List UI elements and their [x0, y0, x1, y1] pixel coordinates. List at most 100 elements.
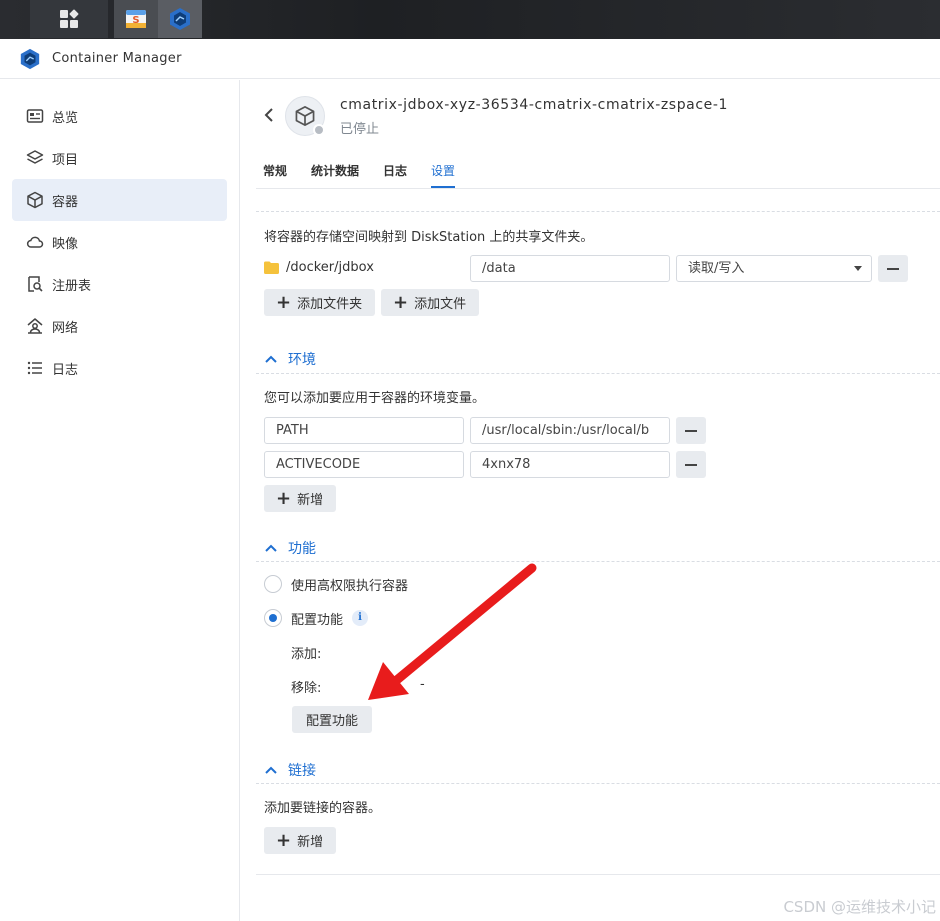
capabilities-remove-label: 移除:	[291, 681, 322, 696]
tab-general[interactable]: 常规	[263, 162, 287, 188]
capabilities-section-header[interactable]: 功能	[264, 538, 316, 558]
registry-search-icon	[25, 274, 45, 294]
main-menu-button[interactable]	[30, 0, 108, 38]
volume-mount-path-input[interactable]: /data	[470, 255, 670, 282]
section-divider	[256, 211, 940, 212]
sidebar-item-logs[interactable]: 日志	[12, 347, 227, 389]
sidebar-item-registry[interactable]: 注册表	[12, 263, 227, 305]
sidebar-item-images[interactable]: 映像	[12, 221, 227, 263]
info-icon[interactable]: i	[352, 610, 368, 626]
env-name-input[interactable]: ACTIVECODE	[264, 451, 464, 478]
remove-env-button[interactable]	[676, 417, 706, 444]
sidebar-item-label: 项目	[52, 152, 79, 168]
add-folder-button[interactable]: + 添加文件夹	[264, 289, 375, 316]
remove-volume-button[interactable]	[878, 255, 908, 282]
environment-section-header[interactable]: 环境	[264, 349, 316, 369]
add-env-label: 新增	[297, 493, 324, 508]
section-divider	[256, 783, 940, 784]
environment-description: 您可以添加要应用于容器的环境变量。	[264, 391, 486, 406]
capabilities-add-label: 添加:	[291, 647, 322, 662]
list-icon	[25, 358, 45, 378]
sidebar-item-overview[interactable]: 总览	[12, 95, 227, 137]
env-name-input[interactable]: PATH	[264, 417, 464, 444]
stopped-status-dot	[313, 124, 325, 136]
cloud-icon	[25, 232, 45, 252]
volume-mode-value: 读取/写入	[688, 261, 745, 276]
tab-divider	[256, 188, 940, 189]
links-section-header[interactable]: 链接	[264, 760, 316, 780]
network-icon	[25, 316, 45, 336]
sidebar-item-label: 网络	[52, 320, 79, 336]
links-description: 添加要链接的容器。	[264, 801, 382, 816]
add-link-label: 新增	[297, 835, 324, 850]
add-link-button[interactable]: + 新增	[264, 827, 336, 854]
tab-bar: 常规 统计数据 日志 设置	[263, 162, 479, 188]
sidebar-item-containers[interactable]: 容器	[12, 179, 227, 221]
section-divider	[256, 373, 940, 374]
configure-button-label: 配置功能	[305, 714, 358, 729]
plus-icon: +	[276, 291, 292, 313]
sidebar-item-label: 映像	[52, 236, 79, 252]
env-value-input[interactable]: 4xnx78	[470, 451, 670, 478]
tab-statistics[interactable]: 统计数据	[311, 162, 359, 188]
caret-down-icon	[854, 266, 862, 271]
minus-icon	[685, 429, 697, 432]
cube-icon	[295, 105, 315, 127]
taskbar: S	[0, 0, 940, 39]
add-env-button[interactable]: + 新增	[264, 485, 336, 512]
watermark: CSDN @运维技术小记	[783, 898, 936, 916]
app-title: Container Manager	[52, 51, 182, 66]
configure-capabilities-button[interactable]: 配置功能	[292, 706, 372, 733]
cube-icon	[25, 190, 45, 210]
sidebar-item-label: 容器	[52, 194, 79, 210]
chevron-up-icon	[265, 766, 277, 774]
sidebar-item-label: 总览	[52, 110, 79, 126]
add-folder-label: 添加文件夹	[297, 297, 363, 312]
layers-icon	[25, 148, 45, 168]
back-chevron-icon[interactable]	[262, 106, 276, 124]
minus-icon	[685, 463, 697, 466]
environment-section-title: 环境	[288, 352, 316, 368]
container-manager-logo-icon	[20, 48, 40, 69]
volume-mode-select[interactable]: 读取/写入	[676, 255, 872, 282]
chevron-up-icon	[265, 355, 277, 363]
plus-icon: +	[276, 829, 292, 851]
container-status: 已停止	[340, 122, 380, 137]
main-panel: cmatrix-jdbox-xyz-36534-cmatrix-cmatrix-…	[240, 80, 940, 921]
volumes-description: 将容器的存储空间映射到 DiskStation 上的共享文件夹。	[264, 230, 594, 245]
package-center-icon: S	[126, 10, 146, 28]
chevron-up-icon	[265, 544, 277, 552]
add-file-button[interactable]: + 添加文件	[381, 289, 479, 316]
bottom-divider	[256, 874, 940, 875]
container-manager-icon	[170, 8, 190, 30]
privileged-radio[interactable]	[264, 575, 282, 593]
configure-capabilities-radio[interactable]	[264, 609, 282, 627]
package-center-button[interactable]: S	[114, 0, 158, 38]
apps-grid-icon	[60, 9, 79, 28]
plus-icon: +	[276, 487, 292, 509]
container-manager-taskbar-button[interactable]	[158, 0, 202, 38]
svg-text:S: S	[132, 15, 139, 26]
links-section-title: 链接	[288, 763, 316, 779]
sidebar-item-label: 日志	[52, 362, 79, 378]
capabilities-remove-value: -	[420, 677, 425, 692]
capabilities-section-title: 功能	[288, 541, 316, 557]
overview-icon	[25, 106, 45, 126]
privileged-option-label: 使用高权限执行容器	[291, 579, 409, 594]
sidebar-item-projects[interactable]: 项目	[12, 137, 227, 179]
sidebar-item-label: 注册表	[52, 278, 92, 294]
tab-settings[interactable]: 设置	[431, 162, 456, 188]
window-titlebar: Container Manager	[0, 39, 940, 79]
plus-icon: +	[393, 291, 409, 313]
container-name: cmatrix-jdbox-xyz-36534-cmatrix-cmatrix-…	[340, 97, 729, 113]
env-value-input[interactable]: /usr/local/sbin:/usr/local/b	[470, 417, 670, 444]
tab-logs[interactable]: 日志	[383, 162, 407, 188]
folder-icon	[264, 261, 279, 274]
remove-env-button[interactable]	[676, 451, 706, 478]
sidebar: 总览 项目 容器 映像 注册表 网络 日志	[0, 80, 240, 921]
section-divider	[256, 561, 940, 562]
sidebar-item-network[interactable]: 网络	[12, 305, 227, 347]
volume-host-path: /docker/jdbox	[286, 260, 374, 275]
add-file-label: 添加文件	[414, 297, 467, 312]
configure-option-label: 配置功能	[291, 613, 344, 628]
